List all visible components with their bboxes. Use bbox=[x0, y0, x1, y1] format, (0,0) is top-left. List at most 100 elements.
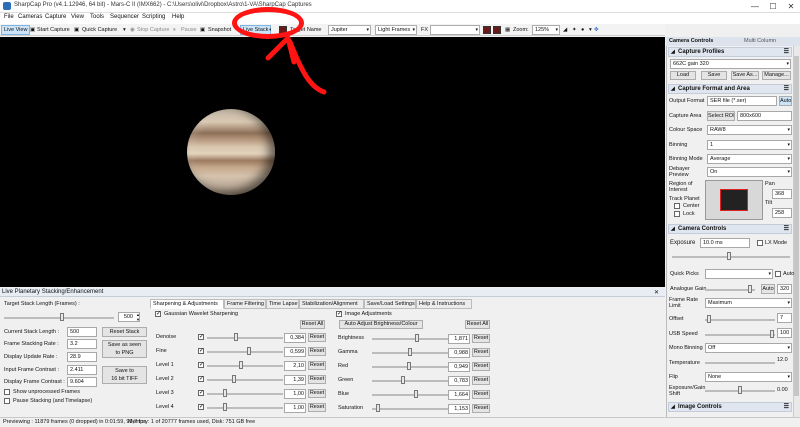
snapshot-button[interactable]: Snapshot bbox=[208, 25, 231, 35]
stop-capture-button[interactable]: Stop Capture bbox=[137, 25, 169, 35]
usb-speed-slider[interactable] bbox=[705, 334, 775, 336]
tab-save-load[interactable]: Save/Load Settings bbox=[364, 299, 416, 309]
binning-select[interactable]: 1 ▾ bbox=[707, 140, 792, 150]
slider-thumb[interactable] bbox=[413, 390, 418, 398]
slider-reset-button[interactable]: Reset bbox=[308, 333, 326, 342]
binning-mode-select[interactable]: Average ▾ bbox=[707, 154, 792, 164]
slider-reset-button[interactable]: Reset bbox=[472, 404, 490, 413]
focus-icon[interactable]: ● bbox=[581, 25, 584, 35]
stepper-icon[interactable]: ▲ ▼ bbox=[136, 312, 140, 322]
offset-input[interactable]: 7 bbox=[777, 313, 792, 323]
slider-thumb[interactable] bbox=[375, 404, 380, 412]
fx-swatch-2[interactable] bbox=[493, 26, 501, 34]
quick-picks-select[interactable]: ▾ bbox=[705, 269, 773, 279]
slider-thumb[interactable] bbox=[232, 375, 237, 383]
wavelet-reset-all-button[interactable]: Reset All bbox=[300, 320, 325, 329]
center-checkbox[interactable] bbox=[674, 203, 680, 209]
camera-controls-header[interactable]: ◢ Camera Controls ☰ bbox=[668, 224, 792, 234]
capture-format-header[interactable]: ◢ Capture Format and Area ☰ bbox=[668, 84, 792, 94]
pause-button[interactable]: Pause bbox=[181, 25, 197, 35]
menu-help[interactable]: Help bbox=[172, 14, 184, 20]
menu-sequencer[interactable]: Sequencer bbox=[110, 14, 139, 20]
debayer-select[interactable]: On ▾ bbox=[707, 167, 792, 177]
slider-reset-button[interactable]: Reset bbox=[308, 389, 326, 398]
menu-icon[interactable]: ☰ bbox=[784, 403, 789, 411]
slider-track[interactable] bbox=[372, 394, 448, 396]
slider-row-checkbox[interactable] bbox=[198, 361, 204, 368]
capture-profiles-header[interactable]: ◢ Capture Profiles ☰ bbox=[668, 47, 792, 57]
target-name-select[interactable]: Jupiter ▾ bbox=[328, 25, 371, 35]
slider-track[interactable] bbox=[207, 407, 283, 409]
exposure-slider-thumb[interactable] bbox=[727, 252, 731, 260]
slider-thumb[interactable] bbox=[415, 334, 420, 342]
output-format-select[interactable]: SER file (*.ser) bbox=[707, 96, 777, 106]
slider-thumb[interactable] bbox=[406, 362, 411, 370]
grid-icon[interactable]: ▦ bbox=[505, 25, 510, 35]
zoom-select[interactable]: 125% ▾ bbox=[532, 25, 560, 35]
tab-sharpening[interactable]: Sharpening & Adjustments bbox=[150, 299, 224, 309]
slider-value-input[interactable]: 0,988 bbox=[448, 348, 470, 358]
slider-value-input[interactable]: 1,00 bbox=[284, 389, 306, 399]
slider-value-input[interactable]: 1,39 bbox=[284, 375, 306, 385]
gain-auto-button[interactable]: Auto bbox=[761, 284, 775, 294]
capture-area-select[interactable]: 800x600 bbox=[737, 111, 792, 121]
menu-icon[interactable]: ☰ bbox=[784, 225, 789, 233]
tilt-input[interactable]: 258 bbox=[772, 208, 792, 218]
slider-value-input[interactable]: 0,599 bbox=[284, 347, 306, 357]
menu-tools[interactable]: Tools bbox=[90, 14, 104, 20]
frame-rate-select[interactable]: Maximum ▾ bbox=[705, 298, 792, 308]
slider-row-checkbox[interactable] bbox=[198, 333, 204, 340]
slider-track[interactable] bbox=[207, 365, 283, 367]
slider-reset-button[interactable]: Reset bbox=[472, 348, 490, 357]
toolbar-dropdown-icon[interactable]: ▾ bbox=[589, 25, 592, 35]
tab-frame-filtering[interactable]: Frame Filtering bbox=[224, 299, 266, 309]
frame-type-select[interactable]: Light Frames ▾ bbox=[375, 25, 417, 35]
save-tiff-button[interactable]: Save to 16 bit TIFF bbox=[102, 366, 147, 384]
menu-capture[interactable]: Capture bbox=[45, 14, 66, 20]
slider-row-checkbox[interactable] bbox=[198, 403, 204, 410]
slider-row-checkbox[interactable] bbox=[198, 375, 204, 382]
slider-value-input[interactable]: 0,949 bbox=[448, 362, 470, 372]
slider-thumb[interactable] bbox=[400, 376, 405, 384]
slider-thumb[interactable] bbox=[408, 348, 412, 356]
slider-value-input[interactable]: 2,10 bbox=[284, 361, 306, 371]
target-stack-slider-thumb[interactable] bbox=[60, 313, 64, 321]
slider-track[interactable] bbox=[207, 351, 283, 353]
slider-thumb[interactable] bbox=[246, 347, 251, 355]
fx-select[interactable]: ▾ bbox=[430, 25, 480, 35]
save-as-profile-button[interactable]: Save As... bbox=[731, 71, 759, 80]
colour-space-select[interactable]: RAW8 ▾ bbox=[707, 125, 792, 135]
slider-thumb[interactable] bbox=[222, 389, 227, 397]
slider-value-input[interactable]: 1,153 bbox=[448, 404, 470, 414]
menu-view[interactable]: View bbox=[71, 14, 84, 20]
load-profile-button[interactable]: Load bbox=[670, 71, 696, 80]
slider-reset-button[interactable]: Reset bbox=[308, 361, 326, 370]
roi-preview[interactable] bbox=[705, 180, 763, 220]
start-capture-button[interactable]: Start Capture bbox=[37, 25, 70, 35]
slider-reset-button[interactable]: Reset bbox=[308, 375, 326, 384]
slider-track[interactable] bbox=[207, 337, 283, 339]
quick-capture-dropdown-icon[interactable]: ▾ bbox=[123, 25, 126, 35]
tab-multi-column[interactable]: Multi Column bbox=[744, 38, 776, 44]
exposure-input[interactable]: 10.0 ms bbox=[700, 238, 750, 248]
mono-binning-select[interactable]: Off ▾ bbox=[705, 343, 792, 353]
pan-input[interactable]: 368 bbox=[772, 189, 792, 199]
save-profile-button[interactable]: Save bbox=[701, 71, 727, 80]
levels-icon[interactable]: ◢ bbox=[563, 25, 567, 35]
save-as-seen-png-button[interactable]: Save as seen to PNG bbox=[102, 340, 147, 358]
gain-input[interactable]: 320 bbox=[777, 284, 792, 294]
lock-checkbox[interactable] bbox=[674, 211, 680, 217]
gain-slider-thumb[interactable] bbox=[748, 285, 752, 293]
slider-row-checkbox[interactable] bbox=[198, 389, 204, 396]
slider-track[interactable] bbox=[372, 338, 448, 340]
quick-capture-button[interactable]: Quick Capture bbox=[82, 25, 117, 35]
image-adjustments-checkbox[interactable] bbox=[336, 310, 342, 317]
wavelet-checkbox[interactable] bbox=[155, 310, 161, 317]
slider-track[interactable] bbox=[372, 380, 448, 382]
slider-track[interactable] bbox=[207, 379, 283, 381]
roi-rectangle[interactable] bbox=[720, 189, 748, 211]
slider-value-input[interactable]: 0,384 bbox=[284, 333, 306, 343]
auto-adjust-button[interactable]: Auto Adjust Brightness/Colour bbox=[339, 320, 423, 329]
offset-slider-thumb[interactable] bbox=[707, 315, 711, 323]
tab-stabilization[interactable]: Stabilization/Alignment bbox=[299, 299, 364, 309]
